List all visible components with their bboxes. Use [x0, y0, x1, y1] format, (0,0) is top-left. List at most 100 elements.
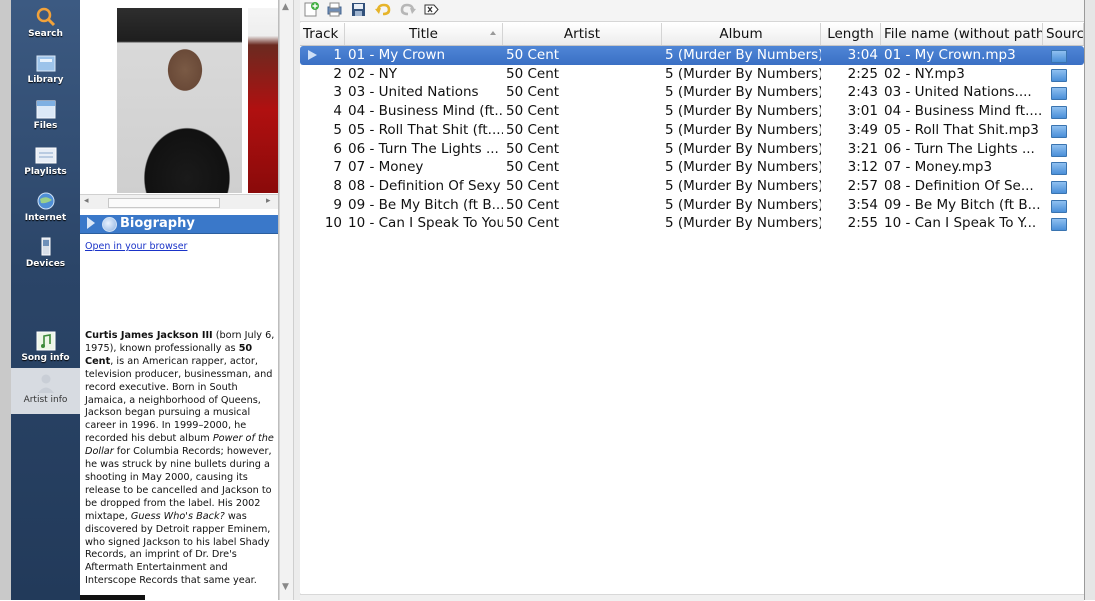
table-row[interactable]: 3 03 - United Nations 50 Cent 5 (Murder … — [300, 83, 1084, 102]
sidebar-item-artist-info[interactable]: Artist info — [11, 368, 80, 414]
sidebar-item-search[interactable]: Search — [11, 2, 80, 48]
undo-icon[interactable] — [374, 2, 391, 17]
cell-length: 3:21 — [847, 140, 878, 157]
table-row[interactable]: 6 06 - Turn The Lights ... 50 Cent 5 (Mu… — [300, 140, 1084, 159]
cell-artist: 50 Cent — [506, 65, 560, 82]
artist-info-panel: ◂ ▸ Biography Open in your browser Curti… — [80, 0, 279, 600]
local-file-icon — [1051, 68, 1067, 82]
scroll-left-icon[interactable]: ◂ — [84, 196, 89, 206]
cell-artist: 50 Cent — [506, 215, 560, 232]
table-row[interactable]: 10 10 - Can I Speak To You 50 Cent 5 (Mu… — [300, 214, 1084, 233]
cell-source — [1043, 121, 1084, 140]
local-file-icon — [1051, 180, 1067, 194]
sidebar-item-playlists[interactable]: Playlists — [11, 140, 80, 186]
cell-length: 2:55 — [847, 215, 878, 232]
sidebar-item-library[interactable]: Library — [11, 48, 80, 94]
cell-track: 5 — [333, 121, 342, 138]
cell-length: 2:25 — [847, 65, 878, 82]
column-header-label: Title — [409, 26, 438, 42]
cell-album: 5 (Murder By Numbers) — [665, 47, 821, 63]
table-row[interactable]: 2 02 - NY 50 Cent 5 (Murder By Numbers) … — [300, 65, 1084, 84]
scroll-right-icon[interactable]: ▸ — [266, 196, 271, 206]
cell-title: 02 - NY — [348, 65, 397, 82]
local-file-icon — [1051, 162, 1067, 176]
clear-icon[interactable] — [423, 2, 440, 17]
playlist-table: Track Title Artist Album Length File nam… — [300, 23, 1084, 593]
cell-album: 5 (Murder By Numbers) — [665, 121, 821, 138]
save-icon[interactable] — [350, 2, 367, 17]
sidebar-item-label: Song info — [21, 353, 70, 363]
column-header-title[interactable]: Title — [345, 23, 503, 45]
window-edge-left — [0, 0, 11, 600]
sort-ascending-icon — [490, 31, 496, 35]
sidebar-item-song-info[interactable]: Song info — [11, 326, 80, 372]
cell-artist: 50 Cent — [506, 177, 560, 194]
status-strip — [80, 595, 145, 600]
cell-length: 2:43 — [847, 84, 878, 101]
cell-title: 05 - Roll That Shit (ft.... — [348, 121, 503, 138]
song-info-icon — [36, 331, 55, 351]
cell-album: 5 (Murder By Numbers) — [665, 84, 821, 101]
sidebar-item-label: Search — [28, 29, 63, 39]
cell-artist: 50 Cent — [506, 103, 560, 120]
table-row[interactable]: 9 09 - Be My Bitch (ft B... 50 Cent 5 (M… — [300, 196, 1084, 215]
open-in-browser-link[interactable]: Open in your browser — [85, 241, 187, 252]
sidebar-item-devices[interactable]: Devices — [11, 232, 80, 278]
cell-source — [1043, 140, 1084, 159]
cell-album: 5 (Murder By Numbers) — [665, 140, 821, 157]
column-header-length[interactable]: Length — [821, 23, 881, 45]
cell-track: 4 — [333, 103, 342, 120]
column-header-filename[interactable]: File name (without path) — [881, 23, 1043, 45]
table-row[interactable]: 7 07 - Money 50 Cent 5 (Murder By Number… — [300, 158, 1084, 177]
cell-title: 04 - Business Mind (ft... — [348, 103, 503, 120]
scroll-down-icon[interactable]: ▼ — [282, 582, 289, 592]
scrollbar-thumb[interactable] — [108, 198, 220, 208]
info-panel-scrollbar[interactable]: ▲ ▼ — [279, 0, 294, 600]
cell-source — [1043, 83, 1084, 102]
cell-source — [1043, 177, 1084, 196]
cell-title: 09 - Be My Bitch (ft B... — [348, 196, 503, 213]
sidebar-item-label: Playlists — [24, 167, 67, 177]
column-header-source[interactable]: Source — [1043, 23, 1084, 45]
cell-artist: 50 Cent — [506, 121, 560, 138]
cell-album: 5 (Murder By Numbers) — [665, 103, 821, 120]
files-icon — [36, 100, 55, 119]
biography-section-header[interactable]: Biography — [80, 215, 278, 234]
cell-filename: 07 - Money.mp3 — [884, 159, 993, 176]
cell-title: 08 - Definition Of Sexy — [348, 177, 501, 194]
cell-filename: 10 - Can I Speak To Y... — [884, 215, 1037, 232]
table-row[interactable]: 4 04 - Business Mind (ft... 50 Cent 5 (M… — [300, 102, 1084, 121]
table-row[interactable]: 8 08 - Definition Of Sexy 50 Cent 5 (Mur… — [300, 177, 1084, 196]
table-row[interactable]: 5 05 - Roll That Shit (ft.... 50 Cent 5 … — [300, 121, 1084, 140]
artist-photo — [117, 8, 242, 193]
add-icon[interactable] — [303, 2, 320, 17]
artist-image-strip — [80, 0, 278, 194]
cell-length: 3:49 — [847, 121, 878, 138]
table-header: Track Title Artist Album Length File nam… — [300, 23, 1084, 46]
column-header-track[interactable]: Track — [300, 23, 345, 45]
cell-album: 5 (Murder By Numbers) — [665, 177, 821, 194]
column-header-artist[interactable]: Artist — [503, 23, 662, 45]
cell-source — [1043, 158, 1084, 177]
local-file-icon — [1051, 143, 1067, 157]
sidebar-item-label: Library — [27, 75, 64, 85]
redo-icon[interactable] — [400, 2, 417, 17]
sidebar-item-files[interactable]: Files — [11, 94, 80, 140]
cell-source — [1043, 196, 1084, 215]
cell-title: 01 - My Crown — [348, 47, 446, 63]
table-row[interactable]: 1 01 - My Crown 50 Cent 5 (Murder By Num… — [300, 46, 1084, 65]
sidebar-item-internet[interactable]: Internet — [11, 186, 80, 232]
collapse-icon[interactable] — [87, 217, 95, 229]
sidebar: Search Library Files Playlists Internet … — [11, 0, 80, 600]
playlist-toolbar — [300, 0, 1084, 22]
image-strip-scrollbar[interactable]: ◂ ▸ — [80, 194, 278, 209]
cell-title: 10 - Can I Speak To You — [348, 215, 503, 232]
search-icon — [36, 7, 55, 27]
cell-track: 6 — [333, 140, 342, 157]
column-header-album[interactable]: Album — [662, 23, 821, 45]
cell-source — [1043, 214, 1084, 233]
print-icon[interactable] — [326, 2, 343, 17]
scroll-up-icon[interactable]: ▲ — [282, 2, 289, 12]
cell-title: 03 - United Nations — [348, 84, 479, 101]
cell-track: 7 — [333, 159, 342, 176]
